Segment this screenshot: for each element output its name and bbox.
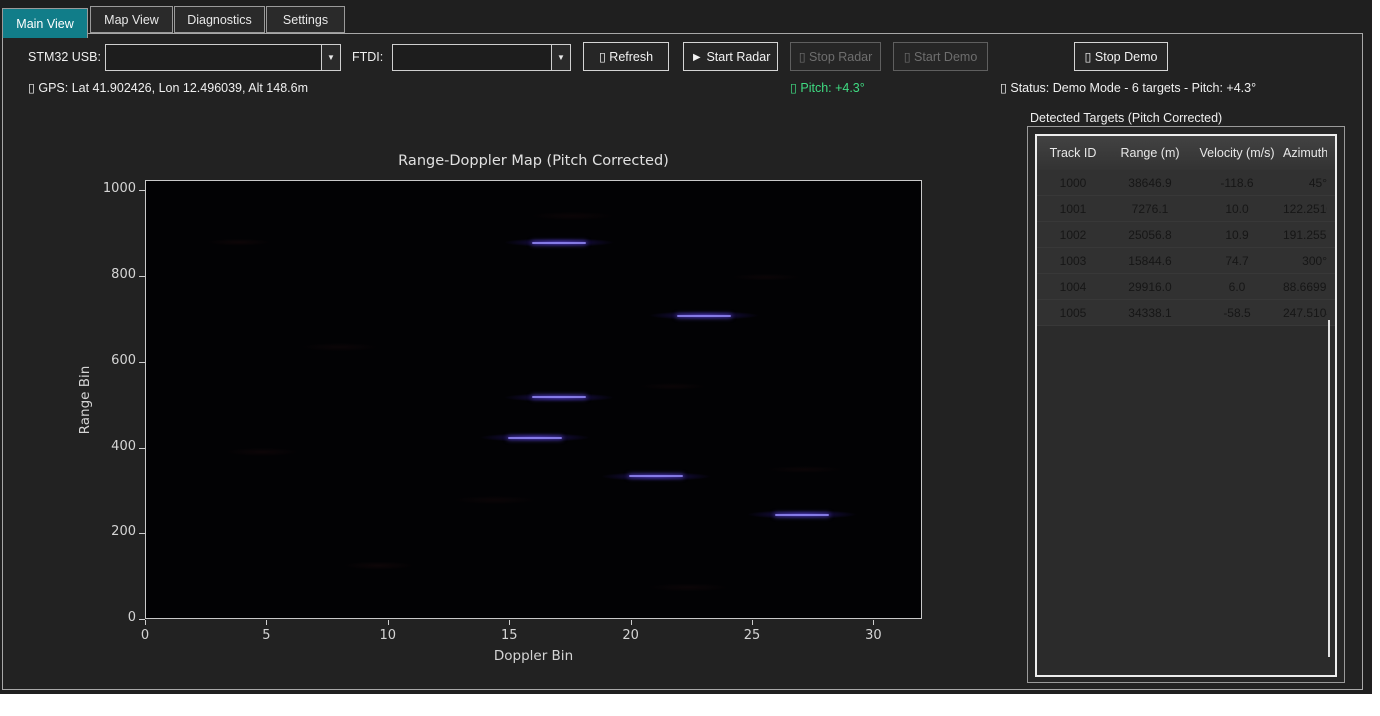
tab-diagnostics[interactable]: Diagnostics [174,6,265,33]
cell-track-id: 1001 [1037,202,1109,216]
cell-velocity: 6.0 [1191,280,1283,294]
gps-status-label: ▯ GPS: Lat 41.902426, Lon 12.496039, Alt… [28,80,308,95]
target-streak [775,514,829,516]
cell-track-id: 1005 [1037,306,1109,320]
refresh-button[interactable]: ▯ Refresh [583,42,669,71]
stm32-usb-combobox[interactable]: ▼ [105,44,341,71]
cell-azimuth: 122.2510 [1283,202,1327,216]
y-tick-label: 200 [90,524,136,539]
y-tick-label: 600 [90,353,136,368]
x-tick-mark [752,620,753,625]
cell-velocity: 10.9 [1191,228,1283,242]
cell-azimuth: 191.2552 [1283,228,1327,242]
y-tick-label: 0 [90,610,136,625]
y-axis-label: Range Bin [77,355,93,445]
cell-range: 38646.9 [1109,176,1191,190]
table-row[interactable]: 1004 29916.0 6.0 88.66998 [1037,274,1335,300]
table-scrollbar[interactable] [1328,320,1330,657]
start-radar-button[interactable]: ► Start Radar [683,42,778,71]
target-streak [508,437,562,439]
cell-track-id: 1002 [1037,228,1109,242]
cell-azimuth: 247.5104 [1283,306,1327,320]
y-tick-label: 800 [90,267,136,282]
cell-range: 34338.1 [1109,306,1191,320]
cell-azimuth: 300° [1283,254,1327,268]
column-header-azimuth[interactable]: Azimuth [1283,146,1327,160]
tab-map-view-label: Map View [104,13,159,27]
y-tick-label: 400 [90,439,136,454]
chevron-down-icon[interactable]: ▼ [551,45,570,70]
y-tick-mark [139,362,145,363]
ftdi-combobox[interactable]: ▼ [392,44,571,71]
tab-diagnostics-label: Diagnostics [187,13,252,27]
tab-settings[interactable]: Settings [266,6,345,33]
target-streak [532,396,586,398]
stop-radar-button[interactable]: ▯ Stop Radar [790,42,881,71]
cell-range: 15844.6 [1109,254,1191,268]
x-tick-label: 5 [246,628,286,643]
table-row[interactable]: 1003 15844.6 74.7 300° [1037,248,1335,274]
x-tick-label: 15 [489,628,529,643]
cell-azimuth: 88.66998 [1283,280,1327,294]
x-tick-label: 30 [853,628,893,643]
cell-track-id: 1000 [1037,176,1109,190]
chevron-down-icon[interactable]: ▼ [321,45,340,70]
table-row[interactable]: 1001 7276.1 10.0 122.2510 [1037,196,1335,222]
cell-range: 7276.1 [1109,202,1191,216]
cell-track-id: 1004 [1037,280,1109,294]
y-tick-label: 1000 [90,181,136,196]
x-tick-mark [388,620,389,625]
tab-main-view-label: Main View [16,17,73,31]
table-row[interactable]: 1002 25056.8 10.9 191.2552 [1037,222,1335,248]
y-tick-mark [139,448,145,449]
pitch-status-label: ▯ Pitch: +4.3° [790,80,865,95]
cell-velocity: 74.7 [1191,254,1283,268]
y-tick-mark [139,190,145,191]
chart-title: Range-Doppler Map (Pitch Corrected) [145,153,922,169]
x-axis-label: Doppler Bin [145,648,922,664]
cell-velocity: -118.6 [1191,176,1283,190]
x-tick-mark [145,620,146,625]
cell-track-id: 1003 [1037,254,1109,268]
y-tick-mark [139,619,145,620]
demo-status-label: ▯ Status: Demo Mode - 6 targets - Pitch:… [1000,80,1256,95]
targets-panel-title: Detected Targets (Pitch Corrected) [1030,111,1222,125]
cell-range: 29916.0 [1109,280,1191,294]
column-header-range[interactable]: Range (m) [1109,146,1191,160]
table-row[interactable]: 1005 34338.1 -58.5 247.5104 [1037,300,1335,326]
x-tick-mark [873,620,874,625]
x-tick-mark [509,620,510,625]
x-tick-label: 10 [368,628,408,643]
tab-main-view[interactable]: Main View [2,8,88,38]
targets-table[interactable]: Track ID Range (m) Velocity (m/s) Azimut… [1035,134,1337,677]
stop-demo-button[interactable]: ▯ Stop Demo [1074,42,1168,71]
x-tick-mark [631,620,632,625]
x-tick-label: 0 [125,628,165,643]
x-tick-mark [266,620,267,625]
targets-table-rows: 1000 38646.9 -118.6 45° 1001 7276.1 10.0… [1037,170,1335,326]
start-demo-button[interactable]: ▯ Start Demo [893,42,988,71]
column-header-track-id[interactable]: Track ID [1037,146,1109,160]
cell-range: 25056.8 [1109,228,1191,242]
stm32-usb-label: STM32 USB: [28,50,101,64]
target-streak [677,315,731,317]
x-tick-label: 25 [732,628,772,643]
y-tick-mark [139,533,145,534]
cell-velocity: 10.0 [1191,202,1283,216]
target-streak [532,242,586,244]
ftdi-label: FTDI: [352,50,383,64]
range-doppler-plot[interactable] [145,180,922,619]
tab-settings-label: Settings [283,13,328,27]
cell-velocity: -58.5 [1191,306,1283,320]
cell-azimuth: 45° [1283,176,1327,190]
tab-map-view[interactable]: Map View [90,6,173,33]
targets-table-header: Track ID Range (m) Velocity (m/s) Azimut… [1037,136,1335,171]
screenshot-stage: Main View Map View Diagnostics Settings … [0,0,1380,716]
table-row[interactable]: 1000 38646.9 -118.6 45° [1037,170,1335,196]
column-header-velocity[interactable]: Velocity (m/s) [1191,146,1283,160]
y-tick-mark [139,276,145,277]
x-tick-label: 20 [611,628,651,643]
app-window: Main View Map View Diagnostics Settings … [0,0,1372,694]
